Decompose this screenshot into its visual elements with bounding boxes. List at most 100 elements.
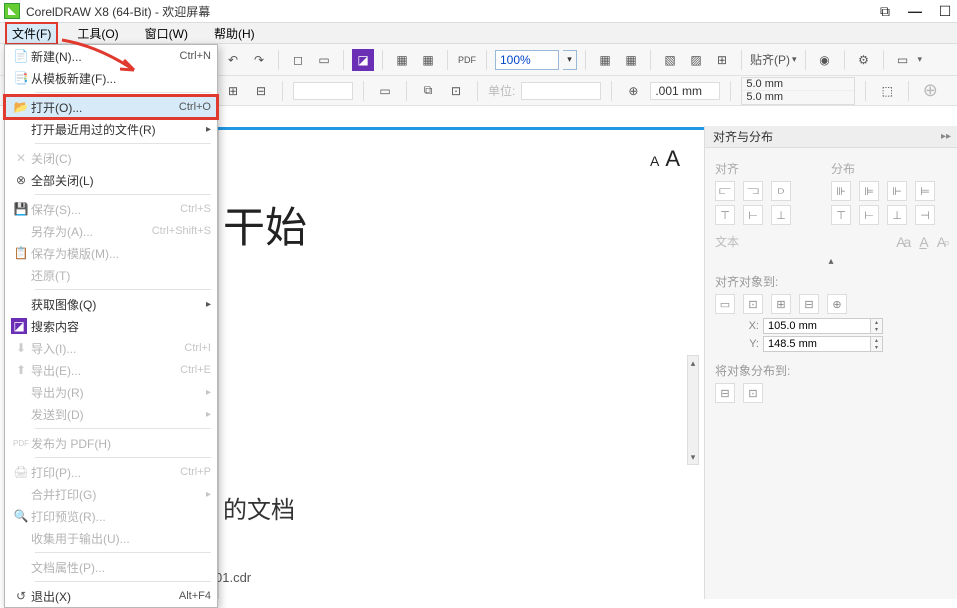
text-baseline-icon[interactable]: A xyxy=(919,234,926,250)
menu-item-icon: 📑 xyxy=(11,71,31,85)
x-input[interactable]: 105.0 mm xyxy=(763,318,871,334)
tool-icon[interactable]: ⬚ xyxy=(876,80,898,102)
menu-item[interactable]: ⊗全部关闭(L) xyxy=(5,169,217,191)
align-target-icon[interactable]: ⊡ xyxy=(743,294,763,314)
submenu-arrow-icon: ▸ xyxy=(206,409,211,420)
window-buttons: ⧉ — ☐ xyxy=(877,3,953,19)
menu-item-label: 收集用于输出(U)... xyxy=(31,530,211,547)
menu-item-label: 获取图像(Q) xyxy=(31,296,206,313)
menu-item-icon: PDF xyxy=(11,439,31,448)
menu-item-label: 打开(O)... xyxy=(31,99,179,116)
tool-icon[interactable]: ▦ xyxy=(391,49,413,71)
distribute-icon[interactable]: ⊢ xyxy=(859,205,879,225)
align-bottom-icon[interactable]: ⊥ xyxy=(771,205,791,225)
menu-item[interactable]: 📂打开(O)...Ctrl+O xyxy=(5,96,217,118)
menu-window[interactable]: 窗口(W) xyxy=(139,23,194,44)
menu-item-label: 导出(E)... xyxy=(31,362,180,379)
text-baseline-icon[interactable]: A▫ xyxy=(937,234,947,250)
distribute-icon[interactable]: ⊥ xyxy=(887,205,907,225)
menu-item: ⬆导出(E)...Ctrl+E xyxy=(5,359,217,381)
align-center-v-icon[interactable]: ⊢ xyxy=(743,205,763,225)
menu-tools[interactable]: 工具(O) xyxy=(71,23,124,44)
titlebar: CorelDRAW X8 (64-Bit) - 欢迎屏幕 ⧉ — ☐ xyxy=(0,0,957,22)
search-content-icon[interactable]: ◪ xyxy=(352,49,374,71)
menu-item[interactable]: 打开最近用过的文件(R)▸ xyxy=(5,118,217,140)
nudge-input[interactable]: .001 mm xyxy=(650,82,720,100)
align-center-h-icon[interactable]: ⫎ xyxy=(743,181,763,201)
screenshot-icon[interactable]: ⧉ xyxy=(877,3,893,19)
collapse-icon[interactable]: ▸▸ xyxy=(941,131,951,142)
menu-item: 收集用于输出(U)... xyxy=(5,527,217,549)
menu-item-label: 从模板新建(F)... xyxy=(31,70,211,87)
distribute-target-icon[interactable]: ⊟ xyxy=(715,383,735,403)
distribute-icon[interactable]: ⊣ xyxy=(915,205,935,225)
maximize-button[interactable]: ☐ xyxy=(937,3,953,19)
distribute-icon[interactable]: ⊫ xyxy=(859,181,879,201)
menu-item[interactable]: 获取图像(Q)▸ xyxy=(5,293,217,315)
tool-icon[interactable]: ◻ xyxy=(287,49,309,71)
tool-icon[interactable]: ▭ xyxy=(892,49,914,71)
align-target-icon[interactable]: ▭ xyxy=(715,294,735,314)
distribute-icon[interactable]: ⊪ xyxy=(831,181,851,201)
pdf-icon[interactable]: PDF xyxy=(456,49,478,71)
align-right-icon[interactable]: ⫐ xyxy=(771,181,791,201)
zoom-caret-icon[interactable]: ▾ xyxy=(563,50,577,70)
tool-icon[interactable]: ▦ xyxy=(620,49,642,71)
menu-item[interactable]: ↺退出(X)Alt+F4 xyxy=(5,585,217,607)
tool-icon[interactable]: ▭ xyxy=(313,49,335,71)
align-target-icon[interactable]: ⊕ xyxy=(827,294,847,314)
vertical-scrollbar[interactable]: ▴ ▾ xyxy=(685,355,701,465)
distribute-section-label: 分布 xyxy=(831,160,947,177)
menu-item: 还原(T) xyxy=(5,264,217,286)
menu-item-label: 打开最近用过的文件(R) xyxy=(31,121,206,138)
unit-label: 单位: xyxy=(488,82,515,99)
menu-item[interactable]: 📑从模板新建(F)... xyxy=(5,67,217,89)
add-icon[interactable]: ⊕ xyxy=(919,80,941,102)
document-canvas[interactable]: AA 干始 的文档 01.cdr xyxy=(218,130,704,599)
menu-item[interactable]: ◪搜索内容 xyxy=(5,315,217,337)
tool-icon[interactable]: ◉ xyxy=(814,49,836,71)
undo-icon[interactable]: ↶ xyxy=(222,49,244,71)
ungroup-icon: ⊡ xyxy=(445,80,467,102)
text-baseline-icon[interactable]: Aa xyxy=(896,234,909,250)
scroll-up-icon[interactable]: ▴ xyxy=(688,356,698,370)
menu-help[interactable]: 帮助(H) xyxy=(208,23,261,44)
collapse-arrow-icon[interactable]: ▴ xyxy=(715,256,947,267)
distribute-icon[interactable]: ⊤ xyxy=(831,205,851,225)
menu-item-label: 打印(P)... xyxy=(31,464,180,481)
scroll-down-icon[interactable]: ▾ xyxy=(688,450,698,464)
app-logo-icon xyxy=(4,3,20,19)
duplicate-distance[interactable]: 5.0 mm 5.0 mm xyxy=(741,77,855,105)
align-top-icon[interactable]: ⊤ xyxy=(715,205,735,225)
redo-icon[interactable]: ↷ xyxy=(248,49,270,71)
menu-item-shortcut: Ctrl+Shift+S xyxy=(152,225,211,237)
nudge-icon: ⊕ xyxy=(622,80,644,102)
align-target-icon[interactable]: ⊞ xyxy=(771,294,791,314)
menu-file[interactable]: 文件(F) xyxy=(6,23,57,44)
group-icon: ⧉ xyxy=(417,80,439,102)
align-section-label: 对齐 xyxy=(715,160,831,177)
menu-item-label: 合并打印(G) xyxy=(31,486,206,503)
options-icon[interactable]: ⚙ xyxy=(853,49,875,71)
panel-title[interactable]: 对齐与分布 ▸▸ xyxy=(705,126,957,148)
align-left-icon[interactable]: ⫍ xyxy=(715,181,735,201)
distribute-icon[interactable]: ⊨ xyxy=(915,181,935,201)
menu-item-shortcut: Ctrl+N xyxy=(180,50,211,62)
recent-file-name[interactable]: 01.cdr xyxy=(215,570,251,585)
align-target-icon[interactable]: ⊟ xyxy=(799,294,819,314)
tool-icon[interactable]: ▦ xyxy=(417,49,439,71)
distribute-icon[interactable]: ⊩ xyxy=(887,181,907,201)
tool-icon[interactable]: ▨ xyxy=(685,49,707,71)
menu-item-icon: ⊗ xyxy=(11,173,31,187)
snap-dropdown[interactable]: 贴齐(P) ▾ xyxy=(750,51,797,68)
menu-item-label: 搜索内容 xyxy=(31,318,211,335)
zoom-input[interactable]: 100% xyxy=(495,50,559,70)
tool-icon[interactable]: ⊞ xyxy=(711,49,733,71)
menu-item[interactable]: 📄新建(N)...Ctrl+N xyxy=(5,45,217,67)
tool-icon[interactable]: ▦ xyxy=(594,49,616,71)
distribute-target-icon[interactable]: ⊡ xyxy=(743,383,763,403)
minimize-button[interactable]: — xyxy=(907,3,923,19)
tool-icon[interactable]: ▧ xyxy=(659,49,681,71)
y-input[interactable]: 148.5 mm xyxy=(763,336,871,352)
menu-item: 🖨打印(P)...Ctrl+P xyxy=(5,461,217,483)
